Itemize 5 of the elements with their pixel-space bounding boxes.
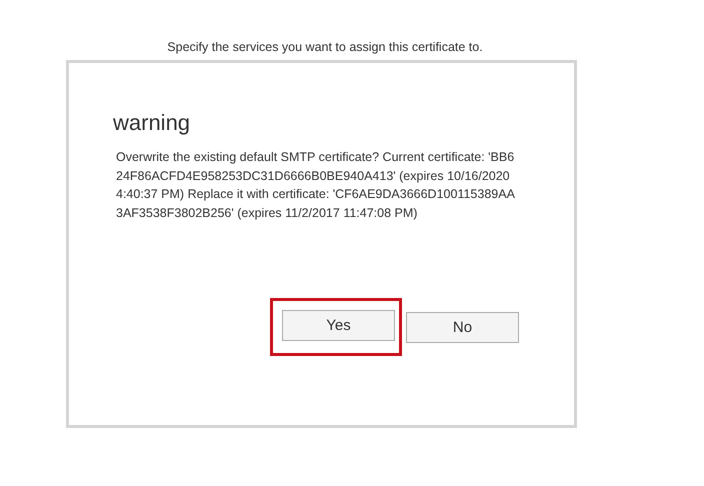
instruction-text: Specify the services you want to assign this certificate to. — [166, 39, 484, 54]
dialog-button[interactable]: No — [406, 312, 519, 342]
dialog-button[interactable]: Yes — [282, 310, 395, 341]
warning-message: Overwrite the existing default SMTP certificate? Current certificate: 'BB624F86ACFD4E958253DC31D6666B0BE940A413' (expires 10/16/2020 4:40:37 PM) Replace it with certificate: 'CF6AE9DA3666D100115389AA3AF3538F3802B256' (expires 11/2/2017 11:47:08 PM) — [116, 149, 516, 222]
dialog-title: warning — [113, 110, 190, 136]
